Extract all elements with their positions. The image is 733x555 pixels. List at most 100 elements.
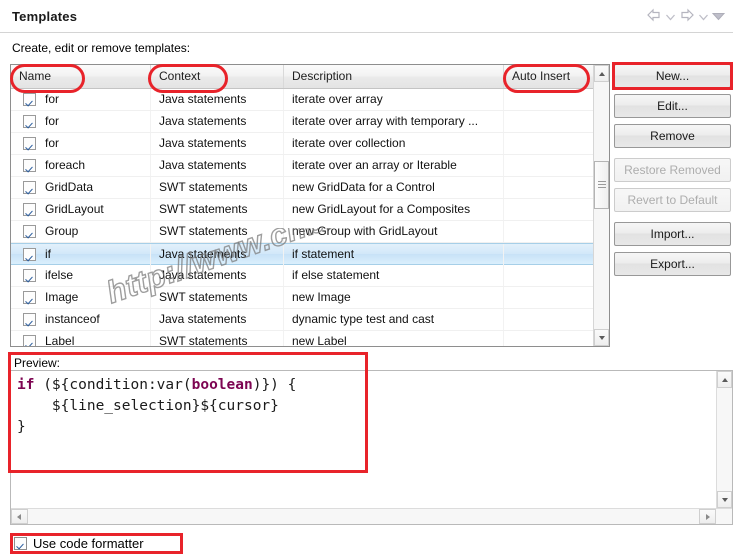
- table-row[interactable]: Group SWT statements new Group with GridLa…: [11, 221, 595, 243]
- table-row[interactable]: Image SWT statements new Image: [11, 287, 595, 309]
- column-header-context[interactable]: Context: [151, 65, 284, 88]
- code-keyword-if: if: [17, 377, 35, 393]
- navigation-toolbar: [646, 8, 726, 25]
- cell-auto-insert: [504, 265, 595, 286]
- cell-auto-insert: [504, 177, 595, 198]
- template-actions-panel: New... Edit... Remove Restore Removed Revert…: [614, 64, 733, 282]
- instruction-label: Create, edit or remove templates:: [12, 41, 191, 55]
- code-line2: ${line_selection}${cursor}: [17, 398, 279, 414]
- cell-description: if else statement: [284, 265, 504, 286]
- scrollbar-grip-icon: [598, 181, 606, 188]
- button-remove[interactable]: Remove: [614, 124, 731, 148]
- table-row[interactable]: for Java statements iterate over array: [11, 89, 595, 111]
- cell-name: ifelse: [11, 265, 151, 286]
- scroll-up-button[interactable]: [594, 65, 609, 82]
- cell-context: SWT statements: [151, 199, 284, 220]
- cell-name: for: [11, 111, 151, 132]
- table-row[interactable]: GridData SWT statements new GridData for a…: [11, 177, 595, 199]
- preview-vertical-scrollbar[interactable]: [716, 371, 732, 508]
- cell-description: dynamic type test and cast: [284, 309, 504, 330]
- column-header-auto-insert[interactable]: Auto Insert: [504, 65, 595, 88]
- cell-context: SWT statements: [151, 177, 284, 198]
- table-row[interactable]: for Java statements iterate over array wit…: [11, 111, 595, 133]
- forward-history-chevron-down-icon[interactable]: [699, 10, 708, 24]
- table-header-row: Name Context Description Auto Insert: [11, 65, 595, 89]
- cell-description: new GridData for a Control: [284, 177, 504, 198]
- column-header-name[interactable]: Name: [11, 65, 151, 88]
- cell-name: for: [11, 89, 151, 110]
- column-header-description[interactable]: Description: [284, 65, 504, 88]
- preview-label: Preview:: [14, 356, 61, 370]
- code-keyword-boolean: boolean: [191, 377, 253, 393]
- cell-context: SWT statements: [151, 221, 284, 242]
- preview-scroll-down-button[interactable]: [717, 491, 732, 508]
- back-arrow-icon[interactable]: [646, 8, 662, 25]
- table-row[interactable]: for Java statements iterate over collectio…: [11, 133, 595, 155]
- cell-context: Java statements: [151, 133, 284, 154]
- templates-table[interactable]: Name Context Description Auto Insert for…: [10, 64, 610, 347]
- view-menu-chevron-down-icon[interactable]: [711, 10, 726, 24]
- cell-name: GridLayout: [11, 199, 151, 220]
- table-row[interactable]: Label SWT statements new Label: [11, 331, 595, 346]
- preview-scroll-right-button[interactable]: [699, 509, 716, 524]
- cell-context: SWT statements: [151, 287, 284, 308]
- checkbox-checked-icon[interactable]: [14, 537, 27, 550]
- cell-auto-insert: [504, 244, 595, 265]
- forward-arrow-icon[interactable]: [679, 8, 695, 25]
- page-title: Templates: [12, 9, 78, 24]
- button-export[interactable]: Export...: [614, 252, 731, 276]
- cell-context: SWT statements: [151, 331, 284, 346]
- cell-auto-insert: [504, 199, 595, 220]
- cell-description: iterate over an array or Iterable: [284, 155, 504, 176]
- preview-scroll-left-button[interactable]: [11, 509, 28, 524]
- table-row[interactable]: foreach Java statements iterate over an ar…: [11, 155, 595, 177]
- cell-auto-insert: [504, 331, 595, 346]
- cell-context: Java statements: [151, 244, 284, 265]
- cell-context: Java statements: [151, 309, 284, 330]
- back-history-chevron-down-icon[interactable]: [666, 10, 675, 24]
- cell-name: GridData: [11, 177, 151, 198]
- cell-context: Java statements: [151, 111, 284, 132]
- button-edit[interactable]: Edit...: [614, 94, 731, 118]
- preview-panel[interactable]: if (${condition:var(boolean)}) { ${line_…: [10, 370, 733, 525]
- cell-name: Image: [11, 287, 151, 308]
- button-revert-to-default: Revert to Default: [614, 188, 731, 212]
- cell-name: for: [11, 133, 151, 154]
- preview-code-text: if (${condition:var(boolean)}) { ${line_…: [17, 375, 707, 438]
- cell-context: Java statements: [151, 155, 284, 176]
- cell-context: Java statements: [151, 89, 284, 110]
- table-row[interactable]: if Java statements if statement: [11, 243, 595, 265]
- button-new[interactable]: New...: [614, 64, 731, 88]
- code-line1-tail: )}) {: [252, 377, 297, 393]
- cell-description: new Group with GridLayout: [284, 221, 504, 242]
- table-vertical-scrollbar[interactable]: [593, 65, 609, 346]
- scrollbar-thumb[interactable]: [594, 161, 609, 209]
- cell-name: foreach: [11, 155, 151, 176]
- cell-auto-insert: [504, 287, 595, 308]
- table-body: for Java statements iterate over array for J…: [11, 89, 595, 346]
- cell-auto-insert: [504, 221, 595, 242]
- cell-description: iterate over array: [284, 89, 504, 110]
- preview-horizontal-scrollbar[interactable]: [11, 508, 732, 524]
- table-row[interactable]: ifelse Java statements if else statement: [11, 265, 595, 287]
- cell-context: Java statements: [151, 265, 284, 286]
- cell-name: if: [11, 244, 151, 265]
- cell-description: iterate over collection: [284, 133, 504, 154]
- cell-description: new GridLayout for a Composites: [284, 199, 504, 220]
- cell-auto-insert: [504, 155, 595, 176]
- code-line1-rest: (${condition:var(: [34, 377, 192, 393]
- preview-scroll-up-button[interactable]: [717, 371, 732, 388]
- cell-name: Label: [11, 331, 151, 346]
- cell-name: Group: [11, 221, 151, 242]
- table-row[interactable]: GridLayout SWT statements new GridLayout f…: [11, 199, 595, 221]
- cell-auto-insert: [504, 133, 595, 154]
- table-row[interactable]: instanceof Java statements dynamic type te…: [11, 309, 595, 331]
- cell-description: if statement: [284, 244, 504, 265]
- button-import[interactable]: Import...: [614, 222, 731, 246]
- cell-description: new Label: [284, 331, 504, 346]
- cell-name: instanceof: [11, 309, 151, 330]
- cell-description: iterate over array with temporary ...: [284, 111, 504, 132]
- code-line3: }: [17, 419, 26, 435]
- use-code-formatter-checkbox[interactable]: Use code formatter: [14, 536, 144, 551]
- scroll-down-button[interactable]: [594, 329, 609, 346]
